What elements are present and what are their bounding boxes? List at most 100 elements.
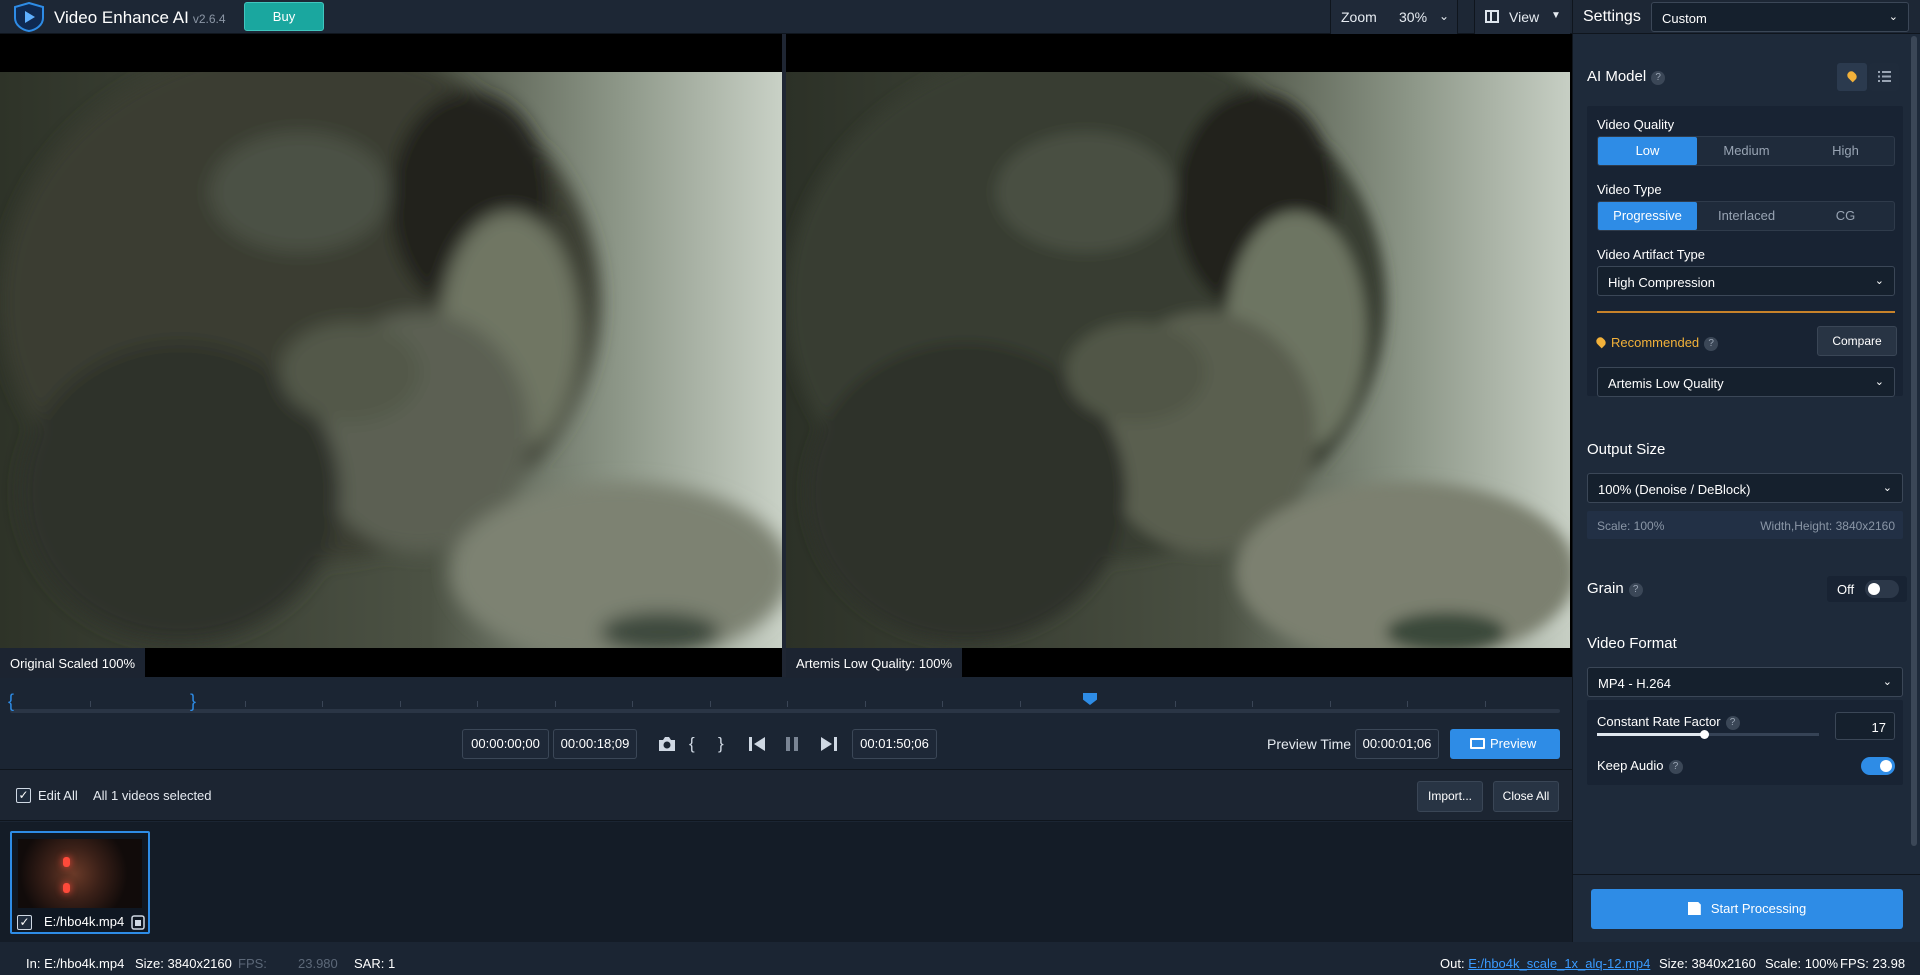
chevron-down-icon: ⌄ [1882, 482, 1892, 494]
quality-option-medium[interactable]: Medium [1697, 137, 1796, 165]
status-bar: In: E:/hbo4k.mp4 Size: 3840x2160 FPS: 23… [0, 942, 1920, 975]
step-back-icon[interactable] [748, 736, 766, 752]
preview-time-label: Preview Time [1267, 736, 1352, 752]
timeline-track[interactable] [10, 709, 1560, 713]
video-type-selector: Progressive Interlaced CG [1597, 201, 1895, 231]
zoom-dropdown[interactable]: Zoom 30% ⌄ [1330, 0, 1458, 34]
preset-value: Custom [1662, 11, 1707, 26]
help-icon[interactable]: ? [1725, 716, 1740, 730]
artifact-type-dropdown[interactable]: High Compression ⌄ [1597, 266, 1895, 296]
file-thumbnail-card[interactable]: ✓ E:/hbo4k.mp4 [10, 831, 150, 934]
selection-duration-field[interactable]: 00:00:18;09 [553, 729, 637, 759]
pause-icon[interactable] [785, 736, 799, 752]
start-processing-button[interactable]: Start Processing [1591, 889, 1903, 929]
camera-icon[interactable] [658, 736, 676, 752]
quality-option-low[interactable]: Low [1598, 137, 1697, 165]
set-in-point-icon[interactable]: { [689, 734, 695, 754]
timeline-tick [90, 701, 91, 707]
video-format-dropdown[interactable]: MP4 - H.264 ⌄ [1587, 667, 1903, 697]
thumbnail-light [63, 883, 70, 893]
start-processing-label: Start Processing [1710, 901, 1807, 916]
original-video-image [0, 72, 782, 648]
ai-model-dropdown[interactable]: Artemis Low Quality ⌄ [1597, 367, 1895, 397]
chevron-down-icon: ⌄ [1439, 9, 1450, 23]
panel-scrollbar[interactable] [1911, 36, 1917, 846]
chevron-down-icon: ⌄ [1874, 275, 1884, 287]
output-fps: FPS: 23.98 [1840, 956, 1906, 971]
file-name: E:/hbo4k.mp4 [44, 914, 125, 929]
type-option-progressive[interactable]: Progressive [1598, 202, 1697, 230]
selection-summary: All 1 videos selected [93, 788, 212, 803]
playhead-marker[interactable] [1083, 693, 1097, 705]
import-button[interactable]: Import... [1417, 781, 1483, 812]
help-icon[interactable]: ? [1668, 760, 1683, 774]
start-time-field[interactable]: 00:00:00;00 [462, 729, 549, 759]
buy-button[interactable]: Buy [244, 2, 324, 31]
preview-time-field[interactable]: 00:00:01;06 [1355, 729, 1439, 759]
settings-panel: Settings Custom ⌄ AI Model? Video Qualit… [1572, 0, 1920, 942]
video-viewer[interactable]: Original Scaled 100% Artemis Low Quality… [0, 34, 1572, 678]
settings-header: Settings Custom ⌄ [1573, 0, 1920, 34]
toggle-knob [1880, 760, 1892, 772]
preview-button-label: Preview [1490, 736, 1537, 751]
output-size-value: 100% (Denoise / DeBlock) [1598, 482, 1751, 497]
file-checkbox[interactable]: ✓ [17, 915, 32, 930]
list-mode-button[interactable] [1869, 63, 1899, 91]
compare-button[interactable]: Compare [1817, 326, 1897, 356]
original-caption: Original Scaled 100% [0, 648, 146, 678]
trash-icon[interactable] [131, 915, 145, 930]
crf-value-field[interactable]: 17 [1835, 712, 1895, 740]
total-time-field[interactable]: 00:01:50;06 [852, 729, 937, 759]
type-option-cg[interactable]: CG [1796, 202, 1895, 230]
enhanced-video-image [786, 72, 1570, 648]
timeline-tick [245, 701, 246, 707]
output-size-dropdown[interactable]: 100% (Denoise / DeBlock) ⌄ [1587, 473, 1903, 503]
timeline: { } 00:00:00;00 00:00:18;09 { } 00:01:50… [0, 685, 1572, 768]
in-point-handle[interactable]: { [8, 691, 14, 712]
recommended-label: Recommended? [1594, 335, 1719, 351]
enhanced-frame[interactable] [786, 72, 1570, 648]
app-window: Video Enhance AI v2.6.4 Buy Zoom 30% ⌄ Vi… [0, 0, 1920, 975]
recommended-mode-button[interactable] [1837, 63, 1867, 91]
grain-title: Grain? [1587, 580, 1643, 597]
video-thumbnail-image [18, 839, 142, 908]
grain-toggle[interactable] [1865, 580, 1899, 598]
preset-dropdown[interactable]: Custom ⌄ [1651, 2, 1909, 32]
timeline-tick [400, 701, 401, 707]
input-size: Size: 3840x2160 [135, 956, 232, 971]
app-version: v2.6.4 [192, 12, 226, 26]
timeline-tick [1175, 701, 1176, 707]
ai-model-title: AI Model? [1587, 68, 1666, 85]
ai-model-value: Artemis Low Quality [1608, 376, 1724, 391]
crf-slider-knob[interactable] [1699, 730, 1709, 739]
out-point-handle[interactable]: } [190, 691, 196, 712]
scale-info-row: Scale: 100% Width,Height: 3840x2160 [1587, 511, 1903, 539]
edit-all-checkbox[interactable]: ✓ [16, 788, 31, 803]
zoom-label: Zoom [1341, 9, 1377, 25]
panel-divider [1573, 874, 1920, 875]
file-list: ✓ E:/hbo4k.mp4 [0, 822, 1572, 942]
list-icon [1878, 71, 1891, 82]
caret-down-icon: ▼ [1551, 10, 1561, 21]
preview-button[interactable]: Preview [1450, 729, 1560, 759]
view-label: View [1509, 9, 1540, 25]
crf-slider[interactable] [1597, 730, 1819, 739]
help-icon[interactable]: ? [1628, 583, 1643, 597]
output-info: Out: E:/hbo4k_scale_1x_alq-12.mp4 [1440, 956, 1651, 971]
step-forward-icon[interactable] [820, 736, 838, 752]
close-all-button[interactable]: Close All [1493, 781, 1559, 812]
view-dropdown[interactable]: View ▼ [1474, 0, 1570, 34]
set-out-point-icon[interactable]: } [718, 734, 724, 754]
output-file-link[interactable]: E:/hbo4k_scale_1x_alq-12.mp4 [1468, 956, 1650, 971]
original-frame[interactable] [0, 72, 782, 648]
help-icon[interactable]: ? [1651, 71, 1666, 85]
type-option-interlaced[interactable]: Interlaced [1697, 202, 1796, 230]
file-bar: ✓ Edit All All 1 videos selected Import.… [0, 769, 1572, 821]
video-quality-selector: Low Medium High [1597, 136, 1895, 166]
keep-audio-toggle[interactable] [1861, 757, 1895, 775]
video-quality-label: Video Quality [1597, 117, 1675, 132]
timeline-tick [1485, 701, 1486, 707]
help-icon[interactable]: ? [1704, 337, 1719, 351]
quality-option-high[interactable]: High [1796, 137, 1895, 165]
video-type-label: Video Type [1597, 182, 1662, 197]
